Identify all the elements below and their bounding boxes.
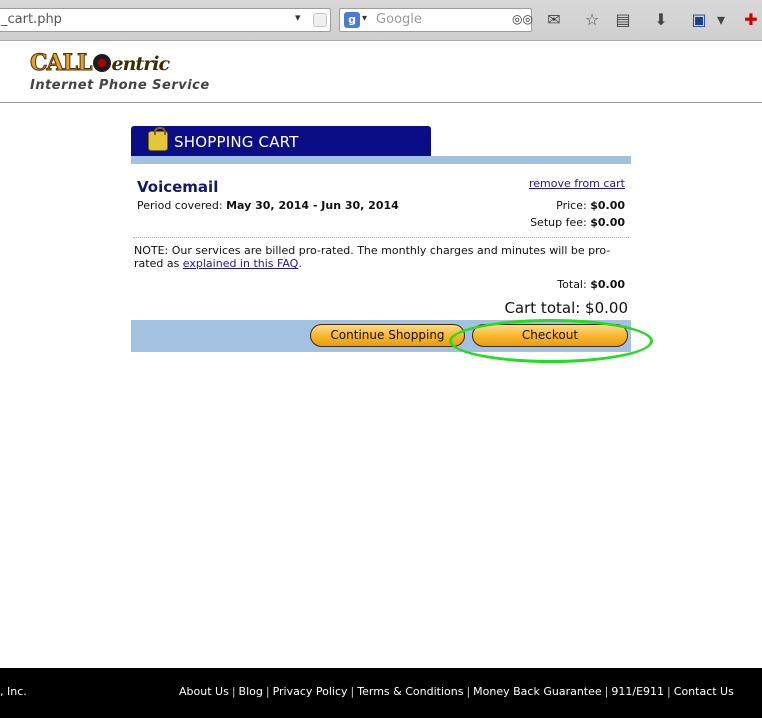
- period-label: Period covered:: [137, 199, 223, 212]
- download-icon[interactable]: ⬇: [651, 10, 671, 30]
- faq-link[interactable]: explained in this FAQ: [183, 257, 299, 270]
- price-label: Price:: [556, 199, 587, 212]
- setup-fee-value: $0.00: [590, 216, 625, 229]
- footer-separator: |: [667, 685, 671, 698]
- footer-separator: |: [466, 685, 471, 698]
- google-engine-icon[interactable]: g: [344, 12, 360, 28]
- cart-header-bar: [131, 156, 631, 164]
- copyright-text: , Inc.: [0, 685, 27, 698]
- site-logo[interactable]: CALL entric Internet Phone Service: [30, 50, 210, 94]
- footer-link-money-back[interactable]: Money Back Guarantee: [473, 685, 602, 698]
- cart-title: SHOPPING CART: [174, 133, 299, 151]
- note-end: .: [298, 257, 302, 270]
- footer-link-privacy-policy[interactable]: Privacy Policy: [273, 685, 348, 698]
- footer-link-911[interactable]: 911/E911: [611, 685, 664, 698]
- addon-icon[interactable]: ✚: [741, 10, 761, 30]
- save-icon[interactable]: ▣: [689, 10, 709, 30]
- save-dropdown-icon[interactable]: ▾: [711, 10, 731, 30]
- bookmark-star-icon[interactable]: ☆: [582, 10, 602, 30]
- setup-fee-row: Setup fee: $0.00: [530, 216, 625, 229]
- bookmarks-list-icon[interactable]: ▤: [613, 10, 633, 30]
- price-row: Price: $0.00: [556, 199, 625, 212]
- cart-header: SHOPPING CART: [131, 126, 431, 156]
- remove-from-cart-link[interactable]: remove from cart: [529, 177, 625, 190]
- engine-dropdown-icon[interactable]: ▾: [362, 13, 367, 24]
- url-dropdown-icon[interactable]: ▾: [295, 11, 301, 24]
- footer-link-contact-us[interactable]: Contact Us: [674, 685, 734, 698]
- footer-separator: |: [604, 685, 609, 698]
- item-divider: [133, 237, 629, 238]
- cart-action-bar: Continue Shopping Checkout: [131, 320, 631, 352]
- footer-separator: |: [265, 685, 270, 698]
- footer-separator: |: [350, 685, 355, 698]
- footer-links: About Us | Blog | Privacy Policy | Terms & Con…: [179, 685, 734, 698]
- total-row: Total: $0.00: [557, 278, 625, 291]
- period-covered: Period covered: May 30, 2014 - Jun 30, 2…: [137, 199, 399, 212]
- binoculars-icon[interactable]: ◎◎: [512, 12, 533, 26]
- setup-fee-label: Setup fee:: [530, 216, 587, 229]
- shopping-bag-icon: [148, 127, 168, 151]
- item-name: Voicemail: [137, 178, 219, 196]
- continue-shopping-button[interactable]: Continue Shopping: [310, 324, 465, 347]
- site-footer: , Inc. About Us | Blog | Privacy Policy | Term…: [0, 668, 762, 718]
- footer-separator: |: [231, 685, 236, 698]
- cart-total: Cart total: $0.00: [504, 299, 628, 317]
- search-placeholder[interactable]: Google: [376, 12, 422, 27]
- billing-note: NOTE: Our services are billed pro-rated.…: [134, 244, 624, 270]
- logo-wordmark: CALL entric: [30, 50, 210, 77]
- shopping-cart: SHOPPING CART Voicemail Period covered: …: [131, 126, 631, 352]
- reload-icon[interactable]: [313, 13, 327, 27]
- tagline: Internet Phone Service: [30, 78, 210, 93]
- mail-icon[interactable]: ✉: [544, 10, 564, 30]
- logo-c-icon: [92, 54, 111, 72]
- total-value: $0.00: [590, 278, 625, 291]
- header-divider: [0, 102, 762, 103]
- price-value: $0.00: [590, 199, 625, 212]
- footer-link-terms[interactable]: Terms & Conditions: [357, 685, 463, 698]
- logo-call-text: CALL: [30, 50, 94, 77]
- footer-link-about-us[interactable]: About Us: [179, 685, 229, 698]
- period-value: May 30, 2014 - Jun 30, 2014: [226, 199, 399, 212]
- total-label: Total:: [557, 278, 587, 291]
- logo-entric-text: entric: [111, 53, 170, 75]
- url-bar[interactable]: _cart.php ▾: [0, 8, 331, 32]
- footer-link-blog[interactable]: Blog: [239, 685, 263, 698]
- checkout-button[interactable]: Checkout: [472, 324, 628, 347]
- search-bar[interactable]: g ▾ Google ◎◎: [339, 8, 533, 32]
- url-text[interactable]: _cart.php: [1, 12, 62, 27]
- browser-toolbar: _cart.php ▾ g ▾ Google ◎◎ ✉ ☆ ▤ ⬇ ▣ ▾ ✚: [0, 0, 762, 41]
